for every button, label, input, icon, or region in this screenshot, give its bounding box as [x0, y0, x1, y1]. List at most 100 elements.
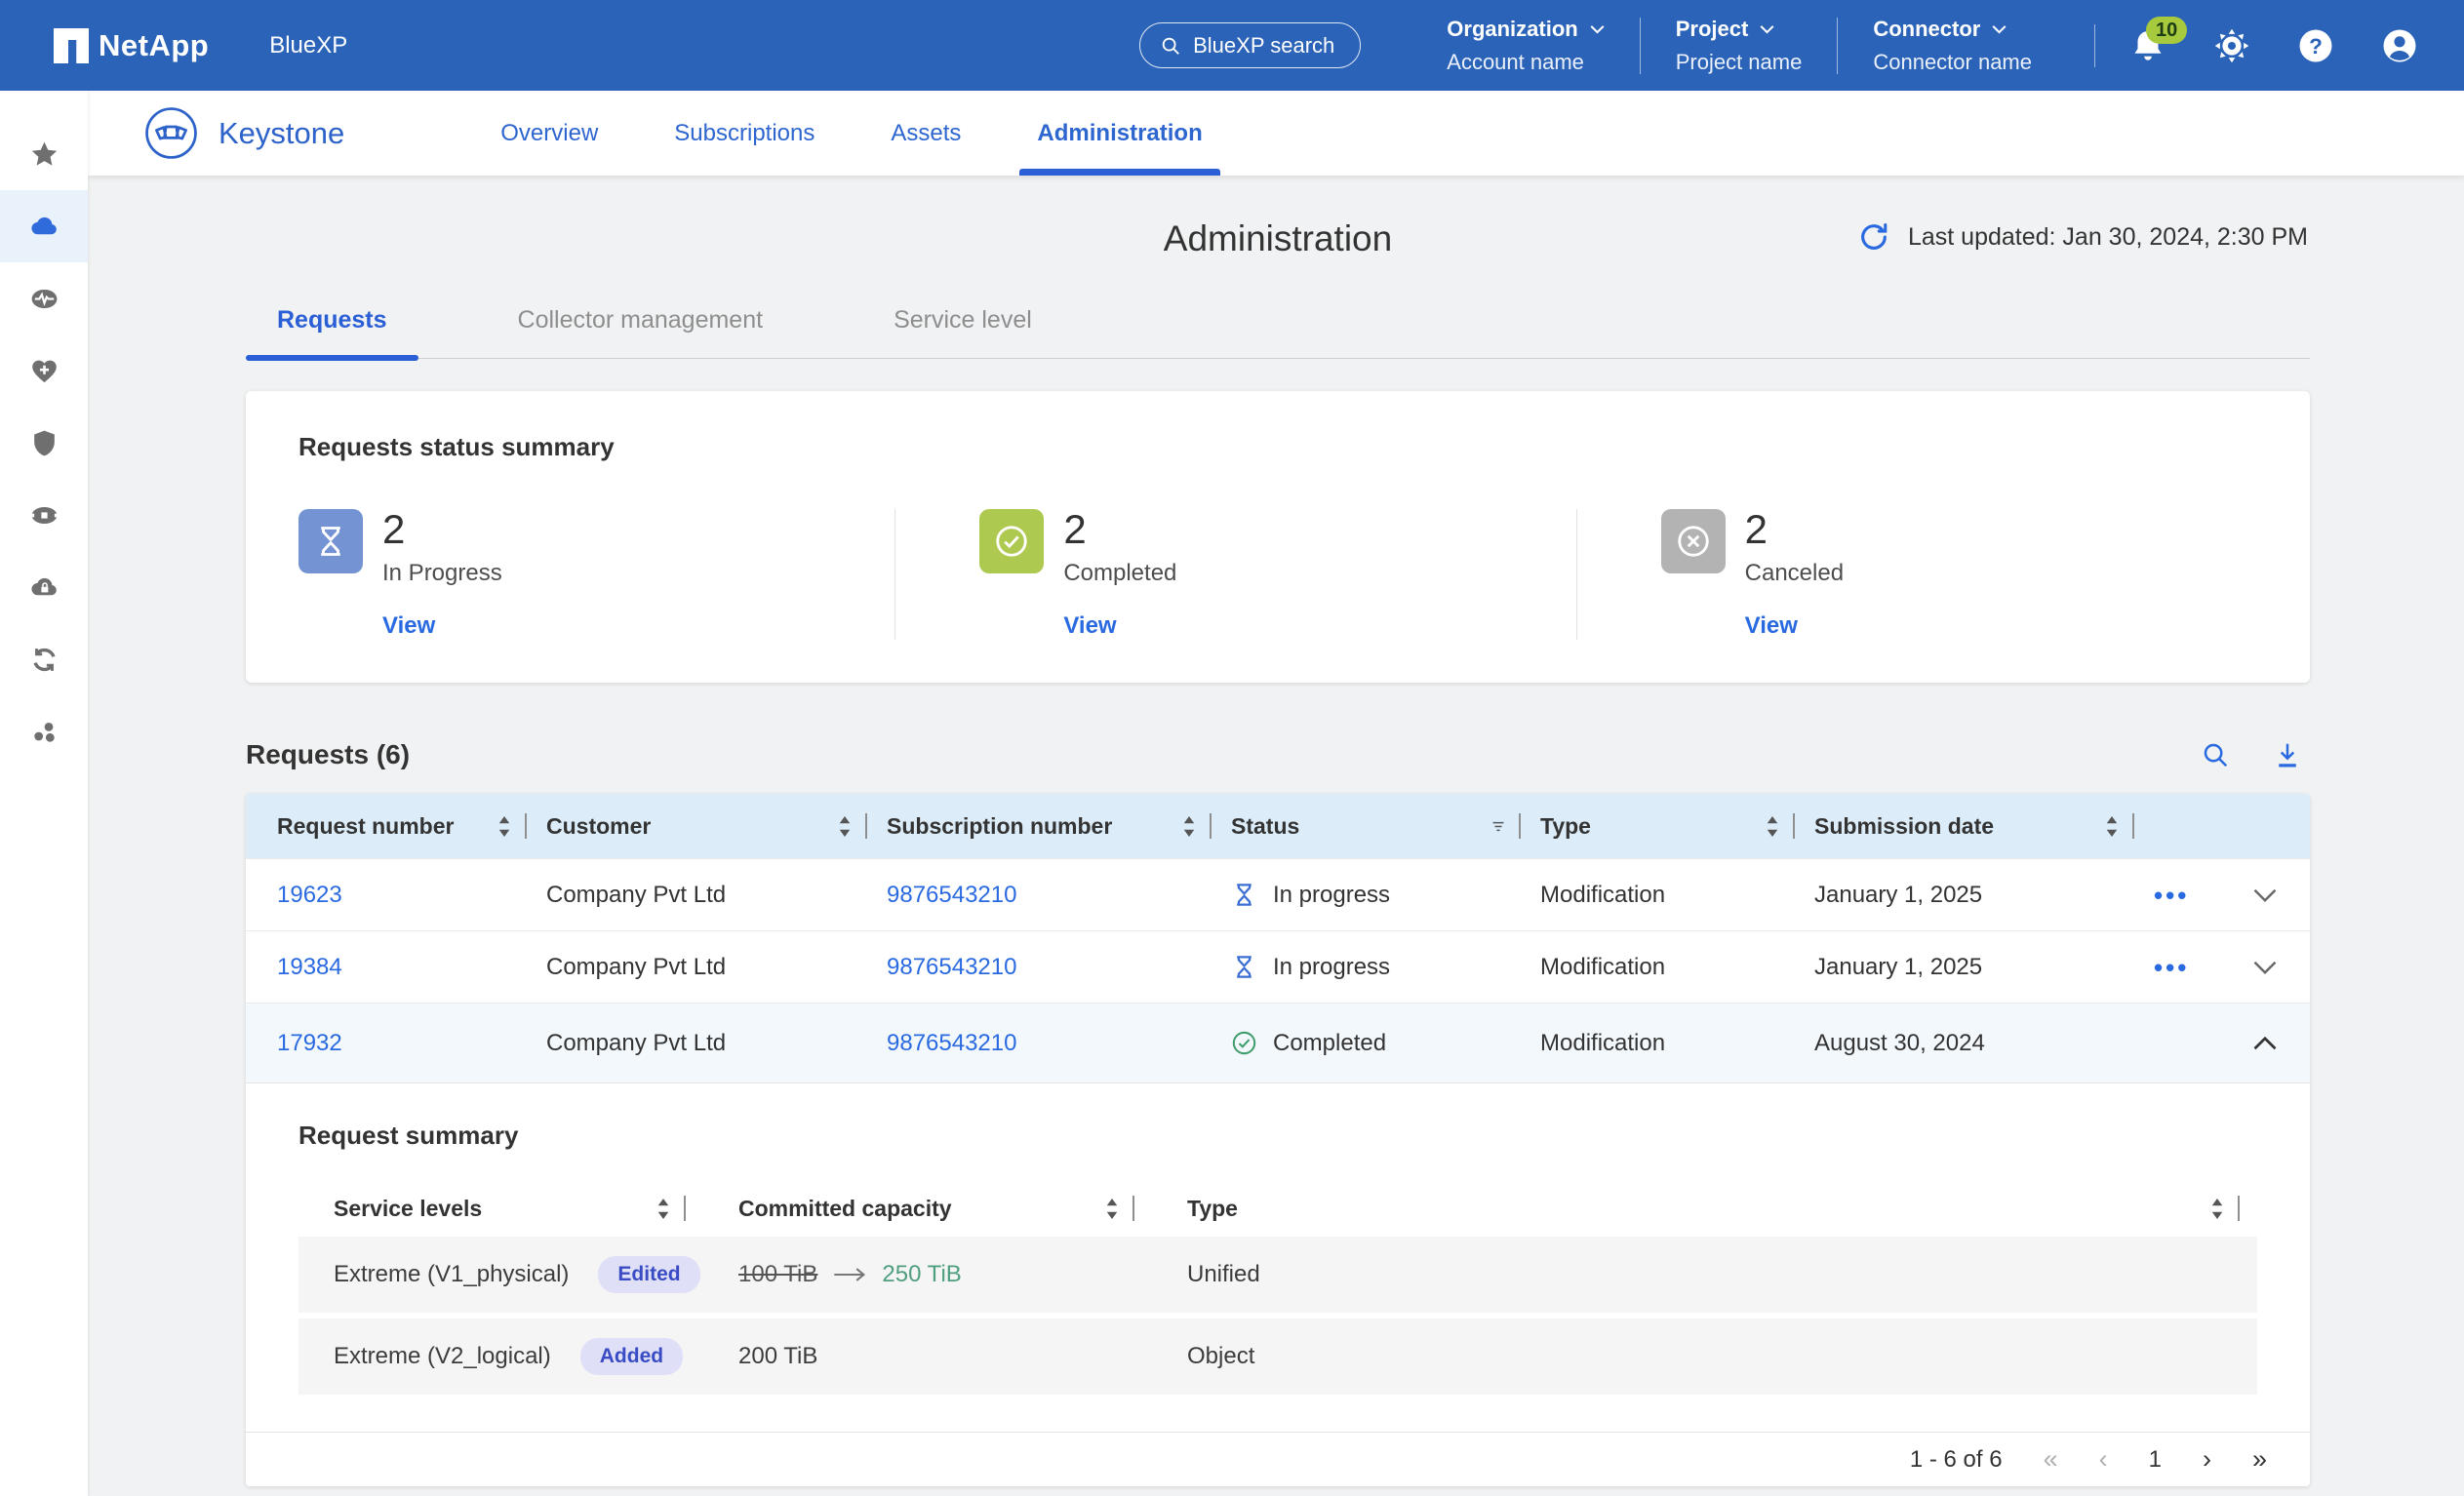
service-level-name: Extreme (V2_logical) — [334, 1343, 551, 1370]
tab-service-level[interactable]: Service level — [862, 306, 1063, 358]
stat-completed: 2 Completed View — [894, 509, 1575, 640]
sort-icon[interactable] — [497, 816, 511, 837]
organization-menu[interactable]: Organization Account name — [1411, 17, 1639, 75]
col-status: Status — [1231, 794, 1540, 858]
tab-overview[interactable]: Overview — [473, 91, 625, 176]
summary-type-cell: Unified — [1152, 1261, 2257, 1288]
col-label: Customer — [546, 813, 651, 840]
subscription-link[interactable]: 9876543210 — [887, 954, 1231, 981]
sort-icon[interactable] — [1182, 816, 1196, 837]
divider — [2094, 24, 2095, 67]
col-label: Committed capacity — [738, 1196, 952, 1222]
next-page-icon[interactable]: › — [2203, 1446, 2211, 1473]
status-text: Completed — [1273, 1030, 1386, 1057]
first-page-icon[interactable]: « — [2044, 1446, 2058, 1473]
sort-icon[interactable] — [656, 1199, 670, 1219]
shield-icon — [29, 428, 60, 458]
service-header: Keystone Overview Subscriptions Assets A… — [88, 91, 2464, 176]
cloud-lock-icon — [29, 572, 60, 603]
request-number-link[interactable]: 19384 — [277, 954, 546, 981]
request-number-link[interactable]: 19623 — [277, 882, 546, 909]
table-row-expanded[interactable]: 17932 Company Pvt Ltd 9876543210 Complet… — [246, 1003, 2310, 1083]
sort-icon[interactable] — [2210, 1199, 2224, 1219]
type-cell: Modification — [1540, 954, 1814, 981]
service-level-name: Extreme (V1_physical) — [334, 1261, 569, 1288]
sidebar-item-protection[interactable] — [0, 335, 88, 407]
link-oval-icon — [29, 500, 60, 531]
refresh-icon[interactable] — [1857, 220, 1890, 254]
expand-chevron-down-icon[interactable] — [2253, 888, 2277, 902]
table-search-icon[interactable] — [2201, 740, 2230, 769]
added-badge: Added — [580, 1338, 683, 1374]
sidebar-item-storage-active[interactable] — [0, 190, 88, 262]
netapp-mark-icon — [54, 28, 89, 63]
sidebar-item-sync[interactable] — [0, 623, 88, 695]
project-menu[interactable]: Project Project name — [1641, 17, 1838, 75]
sort-icon[interactable] — [1766, 816, 1779, 837]
notifications-bell-icon[interactable]: 10 — [2130, 28, 2166, 63]
col-submission-date: Submission date — [1814, 794, 2154, 858]
sort-icon[interactable] — [1105, 1199, 1119, 1219]
table-row[interactable]: 19623 Company Pvt Ltd 9876543210 In prog… — [246, 858, 2310, 930]
connector-value: Connector name — [1873, 50, 2032, 75]
heart-plus-icon — [29, 356, 60, 386]
sidebar-item-mobility[interactable] — [0, 551, 88, 623]
sidebar-item-favorites[interactable] — [0, 118, 88, 190]
svg-text:?: ? — [2309, 33, 2323, 58]
status-text: In progress — [1273, 882, 1390, 909]
subscription-link[interactable]: 9876543210 — [887, 882, 1231, 909]
summary-row: Extreme (V2_logical) Added 200 TiB Objec… — [298, 1319, 2257, 1395]
settings-gear-icon[interactable] — [2214, 28, 2249, 63]
bluexp-search[interactable]: BlueXP search — [1139, 22, 1361, 68]
user-account-icon[interactable] — [2382, 28, 2417, 63]
requests-table: Request number Customer Subscription num… — [246, 794, 2310, 1486]
sidebar-item-extensions[interactable] — [0, 695, 88, 768]
organization-label: Organization — [1447, 17, 1577, 42]
connector-menu[interactable]: Connector Connector name — [1838, 17, 2067, 75]
tab-requests[interactable]: Requests — [246, 306, 418, 358]
requests-status-summary-card: Requests status summary 2 In Progress Vi… — [246, 391, 2310, 683]
view-completed-link[interactable]: View — [1063, 612, 1575, 640]
date-cell: January 1, 2025 — [1814, 882, 2154, 909]
request-number-link[interactable]: 17932 — [277, 1030, 546, 1057]
view-in-progress-link[interactable]: View — [382, 612, 894, 640]
search-label: BlueXP search — [1193, 33, 1334, 59]
col-summary-type: Type — [1152, 1180, 2257, 1237]
sort-icon[interactable] — [2105, 816, 2119, 837]
top-header: NetApp BlueXP BlueXP search Organization… — [0, 0, 2464, 91]
sort-icon[interactable] — [838, 816, 852, 837]
subscription-link[interactable]: 9876543210 — [887, 1030, 1231, 1057]
main-content: Administration Last updated: Jan 30, 202… — [88, 176, 2464, 1496]
nodes-icon — [29, 717, 60, 747]
cloud-icon — [29, 212, 60, 242]
connector-label: Connector — [1873, 17, 1980, 42]
sidebar-item-health[interactable] — [0, 262, 88, 335]
last-page-icon[interactable]: » — [2252, 1446, 2267, 1473]
sidebar-item-governance[interactable] — [0, 479, 88, 551]
expand-chevron-down-icon[interactable] — [2253, 961, 2277, 974]
edited-badge: Edited — [598, 1256, 699, 1292]
col-type: Type — [1540, 794, 1814, 858]
summary-header-row: Service levels Committed capacity Type — [298, 1180, 2257, 1237]
tab-subscriptions[interactable]: Subscriptions — [647, 91, 842, 176]
table-row[interactable]: 19384 Company Pvt Ltd 9876543210 In prog… — [246, 930, 2310, 1003]
sidebar-item-security[interactable] — [0, 407, 88, 479]
tab-collector-management[interactable]: Collector management — [487, 306, 795, 358]
col-committed-capacity: Committed capacity — [703, 1180, 1152, 1237]
organization-value: Account name — [1447, 50, 1604, 75]
last-updated-text: Last updated: Jan 30, 2024, 2:30 PM — [1908, 223, 2308, 252]
in-progress-hourglass-icon — [1231, 954, 1257, 980]
help-icon[interactable]: ? — [2298, 28, 2333, 63]
tab-administration[interactable]: Administration — [1010, 91, 1229, 176]
filter-icon[interactable] — [1491, 816, 1505, 837]
tab-assets[interactable]: Assets — [863, 91, 988, 176]
prev-page-icon[interactable]: ‹ — [2099, 1446, 2108, 1473]
capacity-cell: 200 TiB — [703, 1343, 1152, 1370]
download-icon[interactable] — [2273, 740, 2302, 769]
view-canceled-link[interactable]: View — [1745, 612, 2257, 640]
customer-cell: Company Pvt Ltd — [546, 882, 887, 909]
in-progress-hourglass-icon — [298, 509, 363, 573]
collapse-chevron-up-icon[interactable] — [2253, 1037, 2277, 1050]
chevron-down-icon — [1590, 24, 1605, 34]
summary-title: Requests status summary — [298, 432, 2257, 462]
